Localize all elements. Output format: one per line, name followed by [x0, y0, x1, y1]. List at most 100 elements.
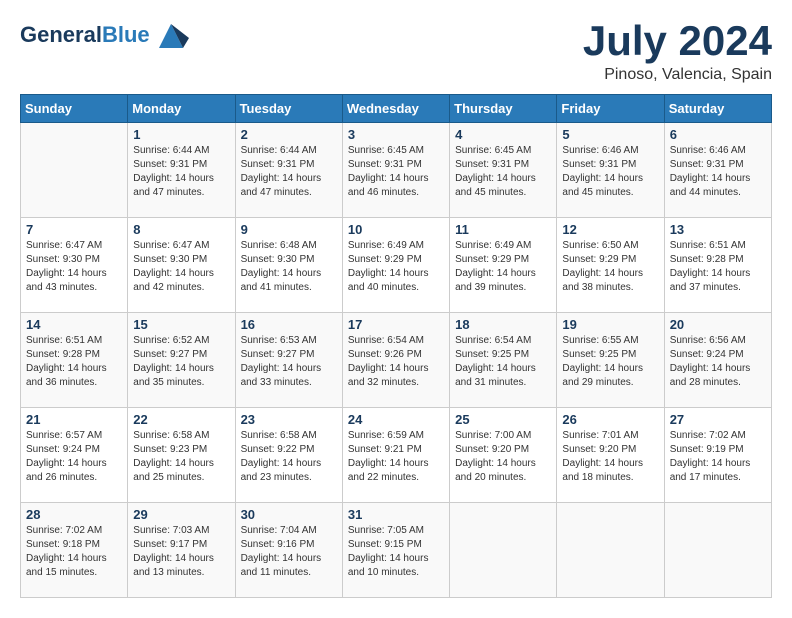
calendar-cell: 21 Sunrise: 6:57 AMSunset: 9:24 PMDayligh…	[21, 408, 128, 503]
day-number: 19	[562, 317, 658, 332]
day-number: 20	[670, 317, 766, 332]
calendar-cell: 6Sunrise: 6:46 AMSunset: 9:31 PMDaylight…	[664, 123, 771, 218]
day-number: 8	[133, 222, 229, 237]
day-number: 21	[26, 412, 122, 427]
calendar-cell: 26 Sunrise: 7:01 AMSunset: 9:20 PMDayligh…	[557, 408, 664, 503]
location: Pinoso, Valencia, Spain	[583, 66, 772, 84]
day-number: 15	[133, 317, 229, 332]
calendar-cell: 30 Sunrise: 7:04 AMSunset: 9:16 PMDayligh…	[235, 503, 342, 598]
calendar-cell: 23 Sunrise: 6:58 AMSunset: 9:22 PMDayligh…	[235, 408, 342, 503]
day-number: 27	[670, 412, 766, 427]
calendar-cell: 22 Sunrise: 6:58 AMSunset: 9:23 PMDayligh…	[128, 408, 235, 503]
weekday-header-monday: Monday	[128, 95, 235, 123]
calendar-cell: 27 Sunrise: 7:02 AMSunset: 9:19 PMDayligh…	[664, 408, 771, 503]
day-info: Sunrise: 6:56 AMSunset: 9:24 PMDaylight:…	[670, 334, 766, 390]
calendar-cell: 5Sunrise: 6:46 AMSunset: 9:31 PMDaylight…	[557, 123, 664, 218]
calendar-cell: 29Sunrise: 7:03 AMSunset: 9:17 PMDayligh…	[128, 503, 235, 598]
day-info: Sunrise: 6:45 AMSunset: 9:31 PMDaylight:…	[455, 144, 551, 200]
calendar-cell: 20 Sunrise: 6:56 AMSunset: 9:24 PMDayligh…	[664, 313, 771, 408]
day-info: Sunrise: 7:02 AMSunset: 9:19 PMDaylight:…	[670, 429, 766, 485]
day-number: 18	[455, 317, 551, 332]
title-block: July 2024 Pinoso, Valencia, Spain	[583, 20, 772, 84]
weekday-header-thursday: Thursday	[450, 95, 557, 123]
day-info: Sunrise: 6:51 AMSunset: 9:28 PMDaylight:…	[670, 239, 766, 295]
logo-icon	[153, 20, 189, 50]
day-number: 11	[455, 222, 551, 237]
day-number: 25	[455, 412, 551, 427]
day-info: Sunrise: 6:45 AMSunset: 9:31 PMDaylight:…	[348, 144, 444, 200]
calendar-cell: 3 Sunrise: 6:45 AMSunset: 9:31 PMDaylight…	[342, 123, 449, 218]
day-info: Sunrise: 6:58 AMSunset: 9:22 PMDaylight:…	[241, 429, 337, 485]
page-header: GeneralBlue July 2024 Pinoso, Valencia, …	[20, 20, 772, 84]
calendar-cell: 11 Sunrise: 6:49 AMSunset: 9:29 PMDayligh…	[450, 218, 557, 313]
calendar-cell: 18 Sunrise: 6:54 AMSunset: 9:25 PMDayligh…	[450, 313, 557, 408]
day-number: 1	[133, 127, 229, 142]
day-info: Sunrise: 6:51 AMSunset: 9:28 PMDaylight:…	[26, 334, 122, 390]
day-info: Sunrise: 6:55 AMSunset: 9:25 PMDaylight:…	[562, 334, 658, 390]
calendar-cell	[557, 503, 664, 598]
calendar-cell: 10 Sunrise: 6:49 AMSunset: 9:29 PMDayligh…	[342, 218, 449, 313]
day-number: 3	[348, 127, 444, 142]
day-number: 31	[348, 507, 444, 522]
calendar-cell: 19 Sunrise: 6:55 AMSunset: 9:25 PMDayligh…	[557, 313, 664, 408]
day-number: 13	[670, 222, 766, 237]
day-number: 23	[241, 412, 337, 427]
day-info: Sunrise: 6:49 AMSunset: 9:29 PMDaylight:…	[455, 239, 551, 295]
calendar-cell: 31 Sunrise: 7:05 AMSunset: 9:15 PMDayligh…	[342, 503, 449, 598]
calendar-cell: 12Sunrise: 6:50 AMSunset: 9:29 PMDayligh…	[557, 218, 664, 313]
day-number: 22	[133, 412, 229, 427]
day-number: 24	[348, 412, 444, 427]
day-info: Sunrise: 6:47 AMSunset: 9:30 PMDaylight:…	[26, 239, 122, 295]
calendar-cell	[450, 503, 557, 598]
day-number: 17	[348, 317, 444, 332]
week-row-4: 21 Sunrise: 6:57 AMSunset: 9:24 PMDayligh…	[21, 408, 772, 503]
calendar-cell: 8Sunrise: 6:47 AMSunset: 9:30 PMDaylight…	[128, 218, 235, 313]
day-number: 2	[241, 127, 337, 142]
day-number: 28	[26, 507, 122, 522]
day-info: Sunrise: 7:04 AMSunset: 9:16 PMDaylight:…	[241, 524, 337, 580]
day-info: Sunrise: 7:01 AMSunset: 9:20 PMDaylight:…	[562, 429, 658, 485]
day-info: Sunrise: 6:44 AMSunset: 9:31 PMDaylight:…	[133, 144, 229, 200]
day-info: Sunrise: 6:54 AMSunset: 9:26 PMDaylight:…	[348, 334, 444, 390]
day-info: Sunrise: 6:44 AMSunset: 9:31 PMDaylight:…	[241, 144, 337, 200]
day-info: Sunrise: 6:59 AMSunset: 9:21 PMDaylight:…	[348, 429, 444, 485]
day-info: Sunrise: 6:46 AMSunset: 9:31 PMDaylight:…	[670, 144, 766, 200]
calendar-cell: 13 Sunrise: 6:51 AMSunset: 9:28 PMDayligh…	[664, 218, 771, 313]
day-info: Sunrise: 6:53 AMSunset: 9:27 PMDaylight:…	[241, 334, 337, 390]
day-number: 4	[455, 127, 551, 142]
day-number: 9	[241, 222, 337, 237]
day-info: Sunrise: 6:48 AMSunset: 9:30 PMDaylight:…	[241, 239, 337, 295]
month-title: July 2024	[583, 20, 772, 62]
calendar-cell: 1 Sunrise: 6:44 AMSunset: 9:31 PMDaylight…	[128, 123, 235, 218]
day-number: 30	[241, 507, 337, 522]
day-number: 16	[241, 317, 337, 332]
day-info: Sunrise: 6:54 AMSunset: 9:25 PMDaylight:…	[455, 334, 551, 390]
calendar-cell: 24 Sunrise: 6:59 AMSunset: 9:21 PMDayligh…	[342, 408, 449, 503]
calendar-table: SundayMondayTuesdayWednesdayThursdayFrid…	[20, 94, 772, 598]
calendar-cell: 4 Sunrise: 6:45 AMSunset: 9:31 PMDaylight…	[450, 123, 557, 218]
day-info: Sunrise: 7:03 AMSunset: 9:17 PMDaylight:…	[133, 524, 229, 580]
weekday-header-tuesday: Tuesday	[235, 95, 342, 123]
day-info: Sunrise: 6:57 AMSunset: 9:24 PMDaylight:…	[26, 429, 122, 485]
week-row-5: 28Sunrise: 7:02 AMSunset: 9:18 PMDayligh…	[21, 503, 772, 598]
week-row-1: 1 Sunrise: 6:44 AMSunset: 9:31 PMDaylight…	[21, 123, 772, 218]
calendar-cell: 7 Sunrise: 6:47 AMSunset: 9:30 PMDaylight…	[21, 218, 128, 313]
day-info: Sunrise: 6:52 AMSunset: 9:27 PMDaylight:…	[133, 334, 229, 390]
calendar-cell: 14Sunrise: 6:51 AMSunset: 9:28 PMDayligh…	[21, 313, 128, 408]
logo: GeneralBlue	[20, 20, 189, 50]
day-number: 26	[562, 412, 658, 427]
day-info: Sunrise: 6:58 AMSunset: 9:23 PMDaylight:…	[133, 429, 229, 485]
weekday-header-row: SundayMondayTuesdayWednesdayThursdayFrid…	[21, 95, 772, 123]
logo-text: GeneralBlue	[20, 23, 150, 47]
calendar-cell: 16 Sunrise: 6:53 AMSunset: 9:27 PMDayligh…	[235, 313, 342, 408]
day-info: Sunrise: 6:50 AMSunset: 9:29 PMDaylight:…	[562, 239, 658, 295]
weekday-header-saturday: Saturday	[664, 95, 771, 123]
day-info: Sunrise: 7:05 AMSunset: 9:15 PMDaylight:…	[348, 524, 444, 580]
calendar-cell	[21, 123, 128, 218]
week-row-3: 14Sunrise: 6:51 AMSunset: 9:28 PMDayligh…	[21, 313, 772, 408]
weekday-header-wednesday: Wednesday	[342, 95, 449, 123]
day-number: 7	[26, 222, 122, 237]
day-info: Sunrise: 6:49 AMSunset: 9:29 PMDaylight:…	[348, 239, 444, 295]
calendar-cell: 17 Sunrise: 6:54 AMSunset: 9:26 PMDayligh…	[342, 313, 449, 408]
day-number: 10	[348, 222, 444, 237]
